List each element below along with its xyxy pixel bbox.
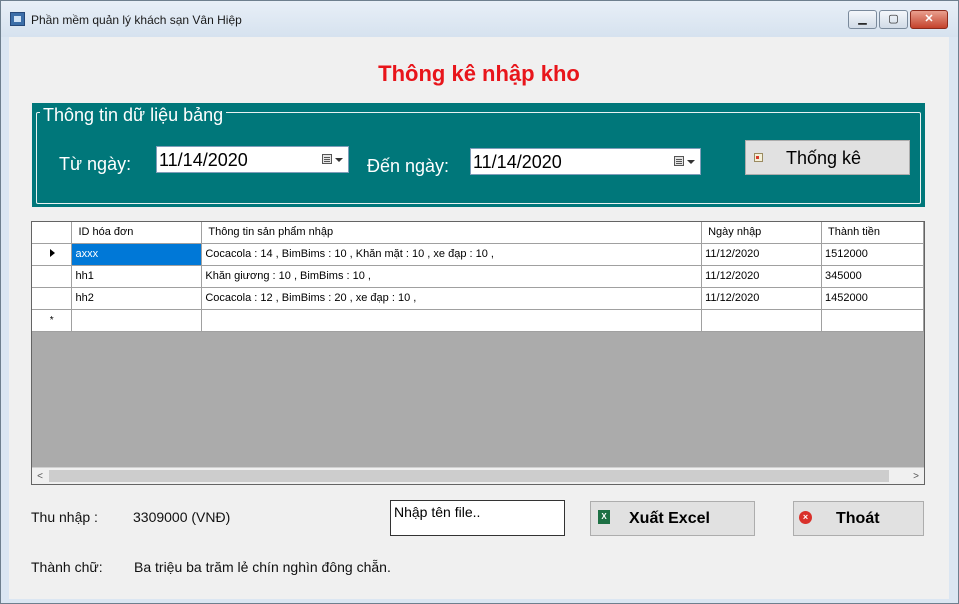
excel-icon: X [598, 510, 610, 524]
current-row-icon [50, 249, 56, 257]
cell-date[interactable]: 11/12/2020 [701, 243, 823, 266]
cell-info[interactable]: Cocacola : 12 , BimBims : 20 , xe đạp : … [201, 287, 703, 310]
cell-info[interactable]: Cocacola : 14 , BimBims : 10 , Khăn mặt … [201, 243, 703, 266]
table-row[interactable]: hh2 Cocacola : 12 , BimBims : 20 , xe đạ… [32, 287, 924, 310]
to-date-picker[interactable]: 11/14/2020 [470, 148, 701, 175]
exit-icon: × [799, 511, 812, 524]
row-header[interactable] [32, 287, 73, 310]
amount-in-words-value: Ba triệu ba trăm lẻ chín nghìn đông chẵn… [134, 559, 391, 575]
cell-id[interactable] [71, 309, 203, 332]
window-title: Phần mềm quản lý khách sạn Vân Hiệp [31, 13, 242, 27]
cell-info[interactable] [201, 309, 703, 332]
app-window: Phần mềm quản lý khách sạn Vân Hiệp ▁ ▢ … [0, 0, 959, 604]
column-header[interactable]: Thành tiền [821, 222, 924, 244]
page-title: Thông kê nhập kho [378, 61, 580, 86]
to-date-label: Đến ngày: [367, 156, 450, 176]
table-row[interactable]: hh1 Khăn giương : 10 , BimBims : 10 , 11… [32, 265, 924, 288]
filter-groupbox: Thông tin dữ liệu bảng Từ ngày: 11/14/20… [32, 103, 925, 207]
calendar-icon [674, 156, 684, 166]
to-date-value: 11/14/2020 [473, 152, 562, 172]
column-header[interactable]: ID hóa đơn [71, 222, 203, 244]
scroll-right-button[interactable]: > [908, 469, 924, 484]
export-excel-button[interactable]: X Xuất Excel [590, 501, 755, 536]
row-header[interactable] [32, 265, 73, 288]
header-row: ID hóa đơn Thông tin sản phẩm nhập Ngày … [32, 222, 924, 244]
client-area: Thông kê nhập kho Thông tin dữ liệu bảng… [9, 37, 949, 599]
exit-button[interactable]: × Thoát [793, 501, 924, 536]
from-date-label: Từ ngày: [59, 154, 132, 174]
export-excel-label: Xuất Excel [629, 510, 710, 527]
cell-date[interactable] [701, 309, 823, 332]
cell-date[interactable]: 11/12/2020 [701, 265, 823, 288]
income-label: Thu nhập : [31, 509, 98, 525]
scroll-thumb[interactable] [49, 470, 889, 482]
cell-date[interactable]: 11/12/2020 [701, 287, 823, 310]
statistics-button-label: Thống kê [786, 148, 862, 168]
income-value: 3309000 (VNĐ) [133, 509, 231, 525]
new-row-header[interactable]: * [32, 309, 73, 332]
minimize-button[interactable]: ▁ [848, 10, 877, 29]
grid-table: ID hóa đơn Thông tin sản phẩm nhập Ngày … [32, 222, 924, 332]
from-date-value: 11/14/2020 [159, 150, 248, 170]
statistics-icon [754, 153, 763, 162]
column-header[interactable]: Thông tin sản phẩm nhập [201, 222, 703, 244]
from-date-picker[interactable]: 11/14/2020 [156, 146, 349, 173]
cell-info[interactable]: Khăn giương : 10 , BimBims : 10 , [201, 265, 703, 288]
chevron-down-icon [335, 158, 343, 162]
table-row[interactable]: axxx Cocacola : 14 , BimBims : 10 , Khăn… [32, 243, 924, 266]
cell-total[interactable]: 345000 [821, 265, 924, 288]
calendar-icon [322, 154, 332, 164]
row-header[interactable] [32, 243, 73, 266]
data-grid[interactable]: ID hóa đơn Thông tin sản phẩm nhập Ngày … [31, 221, 925, 485]
new-row-marker: * [49, 315, 54, 326]
groupbox-title: Thông tin dữ liệu bảng [40, 105, 227, 126]
horizontal-scrollbar[interactable]: < > [32, 467, 924, 484]
new-row[interactable]: * [32, 309, 924, 332]
cell-total[interactable]: 1512000 [821, 243, 924, 266]
amount-in-words-label: Thành chữ: [31, 559, 103, 575]
title-bar: Phần mềm quản lý khách sạn Vân Hiệp ▁ ▢ … [1, 1, 958, 37]
app-icon [10, 12, 25, 26]
cell-id[interactable]: hh1 [71, 265, 203, 288]
cell-total[interactable]: 1452000 [821, 287, 924, 310]
maximize-button[interactable]: ▢ [879, 10, 908, 29]
filename-input[interactable]: Nhập tên file.. [390, 500, 565, 536]
scroll-left-button[interactable]: < [32, 469, 48, 484]
cell-total[interactable] [821, 309, 924, 332]
statistics-button[interactable]: Thống kê [745, 140, 910, 175]
close-button[interactable]: ✕ [910, 10, 948, 29]
chevron-down-icon [687, 160, 695, 164]
column-header[interactable]: Ngày nhập [701, 222, 823, 244]
row-header-corner [32, 222, 73, 244]
exit-button-label: Thoát [836, 510, 880, 527]
cell-id[interactable]: axxx [71, 243, 203, 266]
cell-id[interactable]: hh2 [71, 287, 203, 310]
